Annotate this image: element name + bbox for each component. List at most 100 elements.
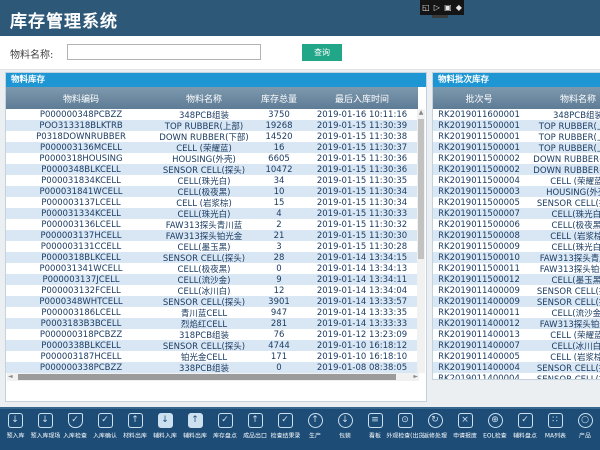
table-cell: RK2019011500006 (433, 220, 525, 230)
toolbar-item-4[interactable]: ✓入库确认 (90, 409, 120, 450)
toolbar-item-7[interactable]: ↑辅料出库 (180, 409, 210, 450)
toolbar-item-16[interactable]: ×申请报废 (450, 409, 480, 450)
table-cell: 2019-01-15 11:30:34 (306, 198, 418, 208)
table-row[interactable]: RK2019011400009SENSOR CELL(探头) (433, 296, 600, 307)
overlay-icon-2[interactable]: ▷ (434, 4, 440, 12)
toolbar-item-19[interactable]: ∷MA列表 (540, 409, 570, 450)
table-row[interactable]: RK2019011400007CELL(冰川白) (433, 340, 600, 351)
toolbar-item-14[interactable]: ⊙外观检查(出货 (390, 409, 420, 450)
table-row[interactable]: P000003137HCELLFAW313探头铂光金212019-01-15 1… (6, 230, 418, 241)
material-name-label: 物料名称: (10, 46, 53, 61)
table-row[interactable]: P000031841WCELLCELL(极夜黑)102019-01-15 11:… (6, 186, 418, 197)
toolbar-item-5[interactable]: ↑材料出库 (120, 409, 150, 450)
overlay-icon-1[interactable]: ◱ (422, 4, 430, 12)
table-cell: 2019-01-14 13:34:13 (306, 264, 418, 274)
table-row[interactable]: P000003136MCELLCELL (荣耀蓝)162019-01-15 11… (6, 142, 418, 153)
list-icon: ∷ (548, 413, 563, 428)
table-row[interactable]: P000003186LCELL青川蓝CELL9472019-01-14 13:3… (6, 307, 418, 318)
inventory-vertical-scrollbar[interactable]: ▲ (417, 109, 425, 373)
toolbar-item-1[interactable]: ↓预入库 (0, 409, 30, 450)
material-name-input[interactable] (67, 44, 261, 60)
table-cell: 21 (252, 231, 306, 241)
toolbar-item-10[interactable]: ✓检查结果录 (270, 409, 300, 450)
table-row[interactable]: RK2019011500001TOP RUBBER(上部) (433, 120, 600, 131)
table-row[interactable]: P000000318PCBZZ318PCB组装762019-01-12 13:2… (6, 329, 418, 340)
table-row[interactable]: P000000348PCBZZ348PCB组装37502019-01-16 10… (6, 109, 418, 120)
table-row[interactable]: RK2019011500007CELL(珠光白) (433, 208, 600, 219)
arrow-up-circle-icon: ↑ (308, 413, 323, 428)
table-row[interactable]: P0003183B3BCELL烈焰红CELL2812019-01-14 13:3… (6, 318, 418, 329)
table-row[interactable]: RK2019011400005CELL (岩浆棕) (433, 351, 600, 362)
table-cell: 2019-01-15 11:30:36 (306, 154, 418, 164)
table-row[interactable]: RK2019011500009CELL(珠光白) (433, 241, 600, 252)
table-row[interactable]: RK2019011600001348PCB组装 (433, 109, 600, 120)
table-row[interactable]: RK2019011400013CELL (荣耀蓝) (433, 329, 600, 340)
toolbar-item-20[interactable]: ○产品 (570, 409, 600, 450)
inventory-horizontal-scrollbar[interactable]: ◄ ► (7, 373, 419, 381)
table-row[interactable]: RK2019011500002DOWN RUBBER(下部) (433, 164, 600, 175)
table-cell: 6605 (252, 154, 306, 164)
toolbar-item-12[interactable]: ↓包装 (330, 409, 360, 450)
table-row[interactable]: P0000318BLKCELLSENSOR CELL(探头)282019-01-… (6, 252, 418, 263)
toolbar-item-11[interactable]: ↑生产 (300, 409, 330, 450)
table-row[interactable]: P000003137LCELLCELL (岩浆棕)152019-01-15 11… (6, 197, 418, 208)
table-row[interactable]: RK2019011400011CELL(流沙金) (433, 307, 600, 318)
table-row[interactable]: P000003136LCELLFAW313探头青川蓝22019-01-15 11… (6, 219, 418, 230)
table-row[interactable]: P000031341WCELLCELL(极夜黑)02019-01-14 13:3… (6, 263, 418, 274)
table-row[interactable]: RK2019011500012CELL(墨玉黑) (433, 274, 600, 285)
toolbar-item-8[interactable]: ✓库存盘点 (210, 409, 240, 450)
table-row[interactable]: RK2019011400012FAW313探头铂光金 (433, 318, 600, 329)
table-cell: 10472 (252, 165, 306, 175)
table-row[interactable]: P000003131CCELLCELL(墨玉黑)32019-01-15 11:3… (6, 241, 418, 252)
overlay-icon-3[interactable]: ▣ (444, 4, 452, 12)
table-row[interactable]: RK2019011500004CELL (荣耀蓝) (433, 175, 600, 186)
table-row[interactable]: RK2019011400004SENSOR CELL(探头) (433, 373, 600, 379)
table-row[interactable]: P0000318HOUSINGHOUSING(外壳)66052019-01-15… (6, 153, 418, 164)
table-row[interactable]: POO313318BLKTRBTOP RUBBER(上部)192682019-0… (6, 120, 418, 131)
table-row[interactable]: RK2019011500008CELL (岩浆棕) (433, 230, 600, 241)
table-row[interactable]: RK2019011500005SENSOR CELL(探头) (433, 197, 600, 208)
scroll-right-icon[interactable]: ► (413, 373, 418, 381)
table-row[interactable]: P000003187HCELL铂光金CELL1712019-01-10 16:1… (6, 351, 418, 362)
table-row[interactable]: P000031834KCELLCELL(珠光白)342019-01-15 11:… (6, 175, 418, 186)
table-row[interactable]: RK2019011500011FAW313探头铂光金 (433, 263, 600, 274)
table-row[interactable]: RK2019011400009SENSOR CELL(探头) (433, 285, 600, 296)
toolbar-item-13[interactable]: ≡看板 (360, 409, 390, 450)
toolbar-item-6[interactable]: ↓辅料入库 (150, 409, 180, 450)
query-button[interactable]: 查询 (302, 44, 342, 61)
column-header: 最后入库时间 (306, 92, 418, 105)
table-row[interactable]: RK2019011500003HOUSING(外壳) (433, 186, 600, 197)
toolbar-item-15[interactable]: ↻返修处理 (420, 409, 450, 450)
table-row[interactable]: RK2019011500006CELL(极夜黑) (433, 219, 600, 230)
table-row[interactable]: P000003137JCELLCELL(流沙金)92019-01-14 13:3… (6, 274, 418, 285)
table-row[interactable]: P0000348WHTCELLSENSOR CELL(探头)39012019-0… (6, 296, 418, 307)
table-row[interactable]: RK2019011500001TOP RUBBER(上部) (433, 131, 600, 142)
table-cell: P0000348BLKCELL (6, 165, 156, 175)
system-overlay[interactable]: ◱ ▷ ▣ ◆ (420, 0, 464, 15)
table-row[interactable]: RK2019011500010FAW313探头青川蓝 (433, 252, 600, 263)
scroll-up-icon[interactable]: ▲ (417, 109, 425, 117)
table-row[interactable]: RK2019011500001TOP RUBBER(上部) (433, 142, 600, 153)
column-header: 物料名称 (525, 92, 600, 105)
toolbar-item-9[interactable]: ↑成品出口 (240, 409, 270, 450)
scrollbar-thumb[interactable] (18, 374, 396, 380)
table-row[interactable]: RK2019011500002DOWN RUBBER(下部) (433, 153, 600, 164)
table-row[interactable]: P0000338BLKCELLSENSOR CELL(探头)47442019-0… (6, 340, 418, 351)
toolbar-item-label: 包装 (339, 432, 351, 441)
table-cell: P0318DOWNRUBBER (6, 132, 156, 142)
table-row[interactable]: P000031334KCELLCELL(珠光白)42019-01-15 11:3… (6, 208, 418, 219)
table-cell: RK2019011400012 (433, 319, 525, 329)
toolbar-item-17[interactable]: ⊕EOL检查 (480, 409, 510, 450)
overlay-icon-4[interactable]: ◆ (456, 4, 462, 12)
toolbar-item-18[interactable]: ✓辅料盘点 (510, 409, 540, 450)
table-row[interactable]: P000000338PCBZZ338PCB组装02019-01-08 08:38… (6, 362, 418, 373)
toolbar-item-3[interactable]: ✓入库检查 (60, 409, 90, 450)
table-row[interactable]: P000003132FCELLCELL(冰川白)122019-01-14 13:… (6, 285, 418, 296)
scrollbar-thumb[interactable] (418, 119, 424, 259)
scroll-left-icon[interactable]: ◄ (8, 373, 13, 381)
table-row[interactable]: RK2019011400004SENSOR CELL(探头) (433, 362, 600, 373)
table-row[interactable]: P0318DOWNRUBBERDOWN RUBBER(下部)145202019-… (6, 131, 418, 142)
toolbar-item-2[interactable]: ↓预入库现场 (30, 409, 60, 450)
table-row[interactable]: P0000348BLKCELLSENSOR CELL(探头)104722019-… (6, 164, 418, 175)
column-header: 库存总量 (252, 92, 306, 105)
